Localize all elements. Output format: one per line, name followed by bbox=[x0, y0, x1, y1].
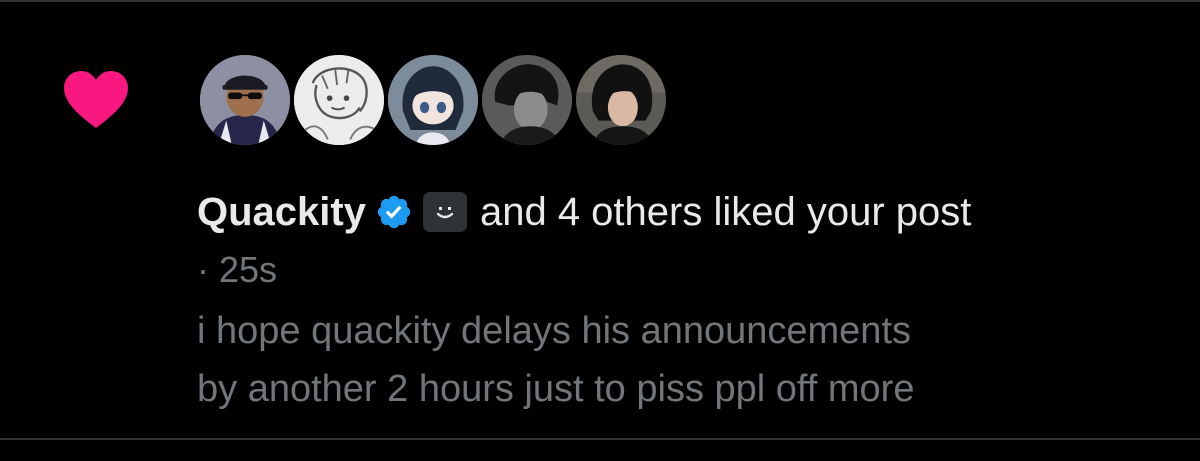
smiley-badge-icon bbox=[436, 207, 454, 219]
post-preview-line: i hope quackity delays his announcements bbox=[197, 310, 912, 352]
bottom-divider bbox=[0, 438, 1200, 440]
timestamp: · 25s bbox=[197, 249, 278, 290]
post-preview[interactable]: i hope quackity delays his announcements… bbox=[197, 302, 1187, 418]
avatar-1[interactable] bbox=[197, 52, 293, 148]
verified-badge-icon bbox=[377, 195, 411, 229]
liked-your-post-text: and 4 others liked your post bbox=[479, 189, 972, 234]
liker-avatars bbox=[197, 52, 687, 148]
affiliate-badge[interactable] bbox=[422, 192, 467, 232]
liker-name-link[interactable]: Quackity bbox=[197, 190, 366, 235]
post-preview-line: by another 2 hours just to piss ppl off … bbox=[197, 368, 915, 410]
liker-summary: Quackity and 4 others liked your post bbox=[197, 182, 971, 242]
avatar-2[interactable] bbox=[291, 52, 387, 148]
like-notification[interactable]: Quackity and 4 others liked your post · … bbox=[0, 2, 1200, 438]
avatar-5[interactable] bbox=[573, 52, 669, 148]
avatar-4[interactable] bbox=[479, 52, 575, 148]
heart-icon bbox=[64, 71, 128, 128]
avatar-3[interactable] bbox=[385, 52, 481, 148]
